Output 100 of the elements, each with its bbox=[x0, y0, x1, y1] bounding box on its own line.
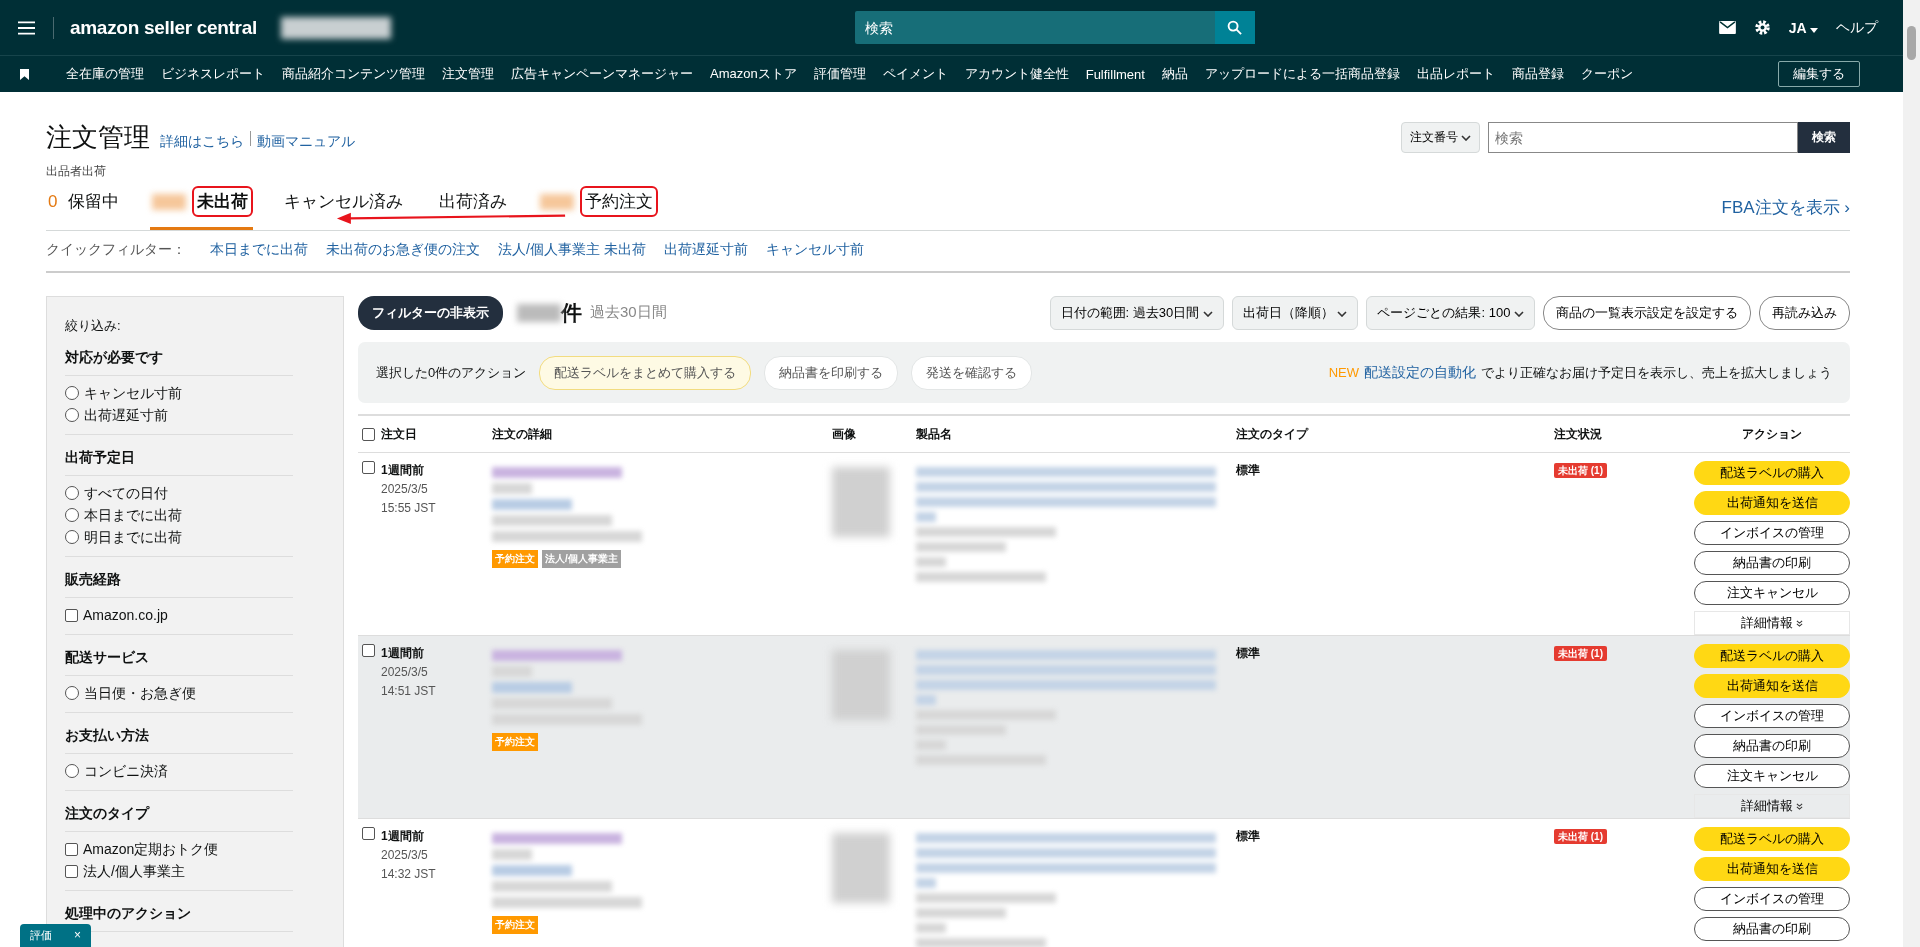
dropdown[interactable]: 日付の範囲: 過去30日間 bbox=[1049, 295, 1224, 330]
details-toggle[interactable]: 詳細情報 bbox=[1694, 611, 1850, 635]
feedback-label[interactable]: 評価 bbox=[30, 928, 52, 943]
order-search-field[interactable]: 検索 bbox=[1488, 122, 1798, 153]
radio-button[interactable] bbox=[65, 764, 79, 778]
nav-link[interactable]: 商品紹介コンテンツ管理 bbox=[282, 65, 425, 83]
order-action-button[interactable]: 出荷通知を送信 bbox=[1694, 674, 1850, 698]
menu-icon[interactable] bbox=[18, 20, 35, 35]
order-status-tab[interactable]: キャンセル済み bbox=[279, 184, 409, 230]
dropdown[interactable]: ページごとの結果: 100 bbox=[1366, 295, 1535, 330]
quick-filter-link[interactable]: キャンセル寸前 bbox=[765, 241, 864, 259]
nav-link[interactable]: 広告キャンペーンマネージャー bbox=[511, 65, 693, 83]
hide-filters-button[interactable]: フィルターの非表示 bbox=[358, 295, 503, 330]
row-checkbox[interactable] bbox=[362, 461, 375, 474]
order-action-button[interactable]: 出荷通知を送信 bbox=[1694, 491, 1850, 515]
nav-link[interactable]: ペイメント bbox=[882, 65, 948, 83]
settings-icon[interactable] bbox=[1753, 19, 1771, 36]
column-header[interactable]: 注文日 bbox=[381, 425, 417, 443]
filter-option[interactable]: キャンセル寸前 bbox=[65, 382, 293, 404]
nav-link[interactable]: クーポン bbox=[1580, 65, 1633, 83]
shipping-automation-link[interactable]: 配送設定の自動化 bbox=[1364, 363, 1476, 382]
order-action-button[interactable]: 配送ラベルの購入 bbox=[1694, 827, 1850, 851]
nav-link[interactable]: アカウント健全性 bbox=[964, 65, 1069, 83]
order-action-button[interactable]: 注文キャンセル bbox=[1694, 764, 1850, 788]
bulk-action-button[interactable]: 納品書を印刷する bbox=[764, 355, 899, 390]
radio-button[interactable] bbox=[65, 408, 79, 422]
checkbox[interactable] bbox=[65, 864, 78, 878]
order-action-button[interactable]: 納品書の印刷 bbox=[1694, 551, 1850, 575]
quick-filter-link[interactable]: 法人/個人事業主 未出荷 bbox=[498, 241, 646, 259]
search-field[interactable]: 検索 bbox=[854, 11, 1215, 44]
nav-link[interactable]: 評価管理 bbox=[813, 65, 866, 83]
row-checkbox[interactable] bbox=[362, 827, 375, 840]
order-action-button[interactable]: 配送ラベルの購入 bbox=[1694, 644, 1850, 668]
filter-option[interactable]: Amazon定期おトク便 bbox=[65, 838, 293, 860]
help-link[interactable]: 動画マニュアル bbox=[257, 133, 355, 151]
toolbar-button[interactable]: 商品の一覧表示設定を設定する bbox=[1543, 295, 1751, 330]
caret-icon bbox=[1810, 27, 1818, 33]
edit-button[interactable]: 編集する bbox=[1778, 61, 1860, 87]
order-action-button[interactable]: インボイスの管理 bbox=[1694, 887, 1850, 911]
quick-filter-link[interactable]: 未出荷のお急ぎ便の注文 bbox=[326, 241, 480, 259]
order-status-tab[interactable]: 出荷済み bbox=[434, 184, 513, 230]
nav-link[interactable]: 商品登録 bbox=[1511, 65, 1564, 83]
search-button[interactable] bbox=[1214, 11, 1255, 44]
filter-option[interactable]: Amazon.co.jp bbox=[65, 604, 293, 626]
radio-button[interactable] bbox=[65, 386, 79, 400]
search-type-dropdown[interactable]: 注文番号 bbox=[1400, 122, 1480, 153]
search-button[interactable]: 検索 bbox=[1798, 122, 1850, 153]
language-selector[interactable]: JA bbox=[1788, 19, 1818, 36]
fba-orders-link[interactable]: FBA注文を表示 › bbox=[1721, 195, 1850, 219]
filter-option[interactable]: 当日便・お急ぎ便 bbox=[65, 682, 293, 704]
nav-link[interactable]: アップロードによる一括商品登録 bbox=[1204, 65, 1400, 83]
order-status-tab[interactable]: 0 保留中 bbox=[46, 184, 125, 230]
nav-link[interactable]: Amazonストア bbox=[710, 65, 797, 83]
order-action-button[interactable]: 納品書の印刷 bbox=[1694, 917, 1850, 941]
details-toggle[interactable]: 詳細情報 bbox=[1694, 794, 1850, 818]
nav-link[interactable]: ビジネスレポート bbox=[161, 65, 265, 83]
column-header: 画像 bbox=[832, 426, 856, 441]
nav-link[interactable]: 注文管理 bbox=[442, 65, 494, 83]
help-link[interactable]: 詳細はこちら bbox=[160, 133, 244, 151]
filter-option[interactable]: 明日までに出荷 bbox=[65, 526, 293, 548]
checkbox[interactable] bbox=[65, 842, 78, 856]
filter-option[interactable]: 本日までに出荷 bbox=[65, 504, 293, 526]
order-action-button[interactable]: 納品書の印刷 bbox=[1694, 734, 1850, 758]
order-action-button[interactable]: 出荷通知を送信 bbox=[1694, 857, 1850, 881]
order-action-button[interactable]: 注文キャンセル bbox=[1694, 581, 1850, 605]
order-action-button[interactable]: インボイスの管理 bbox=[1694, 521, 1850, 545]
filter-group-heading: 対応が必要です bbox=[65, 349, 293, 376]
radio-button[interactable] bbox=[65, 686, 79, 700]
scrollbar[interactable] bbox=[1903, 0, 1920, 947]
nav-link[interactable]: 出品レポート bbox=[1416, 65, 1495, 83]
order-status-tab[interactable]: 未出荷 bbox=[150, 184, 254, 230]
order-time: 14:32 JST bbox=[381, 866, 436, 883]
mail-icon[interactable] bbox=[1718, 21, 1736, 34]
filter-option[interactable]: コンビニ決済 bbox=[65, 760, 293, 782]
select-all-checkbox[interactable] bbox=[362, 427, 375, 441]
radio-button[interactable] bbox=[65, 530, 79, 544]
feedback-tab[interactable]: 評価 × bbox=[20, 924, 91, 947]
filter-option[interactable]: 法人/個人事業主 bbox=[65, 860, 293, 882]
nav-link[interactable]: 納品 bbox=[1161, 65, 1188, 83]
help-link[interactable]: ヘルプ bbox=[1836, 18, 1878, 37]
order-action-button[interactable]: インボイスの管理 bbox=[1694, 704, 1850, 728]
nav-link[interactable]: Fulfillment bbox=[1085, 66, 1145, 82]
quick-filter-link[interactable]: 出荷遅延寸前 bbox=[663, 241, 748, 259]
filter-option[interactable]: 出荷遅延寸前 bbox=[65, 404, 293, 426]
order-status-tab[interactable]: 予約注文 bbox=[538, 184, 659, 230]
filter-option[interactable]: すべての日付 bbox=[65, 482, 293, 504]
dropdown[interactable]: 出荷日（降順） bbox=[1231, 295, 1359, 330]
checkbox[interactable] bbox=[65, 608, 78, 622]
quick-filter-link[interactable]: 本日までに出荷 bbox=[210, 241, 308, 259]
bookmark-icon[interactable] bbox=[20, 68, 29, 80]
radio-button[interactable] bbox=[65, 486, 79, 500]
nav-link[interactable]: 全在庫の管理 bbox=[66, 65, 144, 83]
bulk-action-button[interactable]: 配送ラベルをまとめて購入する bbox=[539, 355, 752, 390]
order-action-button[interactable]: 配送ラベルの購入 bbox=[1694, 461, 1850, 485]
order-time: 15:55 JST bbox=[381, 500, 436, 517]
bulk-action-button[interactable]: 発送を確認する bbox=[911, 355, 1033, 390]
logo[interactable]: amazon seller central bbox=[53, 16, 257, 39]
toolbar-button[interactable]: 再読み込み bbox=[1759, 295, 1850, 330]
radio-button[interactable] bbox=[65, 508, 79, 522]
row-checkbox[interactable] bbox=[362, 644, 375, 657]
